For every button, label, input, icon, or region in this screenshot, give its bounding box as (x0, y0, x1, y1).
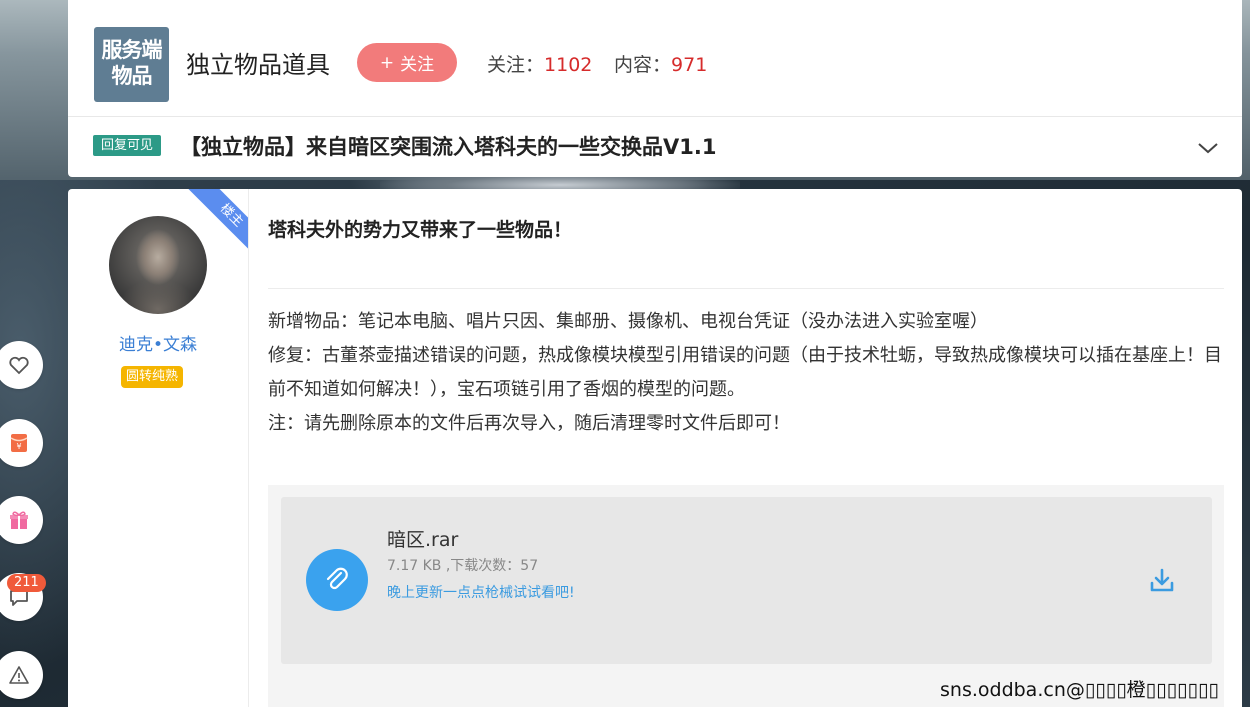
heart-icon (9, 356, 29, 375)
author-panel: 楼主 迪克•文森 圆转纯熟 (68, 189, 249, 707)
content-divider (268, 288, 1224, 289)
attachment-section: 暗区.rar 7.17 KB ,下载次数：57 晚上更新一点点枪械试试看吧! (268, 485, 1224, 707)
header-divider (68, 116, 1242, 117)
follow-stat-label: 关注： (487, 54, 545, 76)
forum-logo[interactable]: 服务端 物品 (94, 27, 169, 102)
post-line: 新增物品：笔记本电脑、唱片只因、集邮册、摄像机、电视台凭证（没办法进入实验室喔） (268, 311, 988, 332)
watermark: sns.oddba.cn@▯▯▯▯橙▯▯▯▯▯▯▯ (940, 679, 1219, 701)
thread-title: 【独立物品】来自暗区突围流入塔科夫的一些交换品V1.1 (180, 135, 717, 159)
forum-logo-line2: 物品 (111, 64, 153, 88)
content-stat-label: 内容： (614, 54, 672, 76)
forum-header: 服务端 物品 独立物品道具 + 关注 关注：1102 内容：971 回复可见 【… (68, 0, 1242, 177)
post-card: 楼主 迪克•文森 圆转纯熟 塔科夫外的势力又带来了一些物品！ 新增物品：笔记本电… (68, 189, 1242, 707)
reward-button[interactable]: ¥ (0, 419, 43, 467)
attachment-meta: 7.17 KB ,下载次数：57 (387, 558, 539, 574)
avatar[interactable] (109, 216, 207, 314)
report-button[interactable] (0, 651, 43, 699)
post-line: 修复：古董茶壶描述错误的问题，热成像模块模型引用错误的问题（由于技术牡蛎，导致热… (268, 345, 1222, 400)
follow-button[interactable]: + 关注 (357, 43, 457, 82)
svg-text:¥: ¥ (16, 442, 21, 451)
like-button[interactable] (0, 341, 43, 389)
comment-count-badge: 211 (7, 574, 46, 592)
attachment-file-name[interactable]: 暗区.rar (387, 525, 458, 552)
content-stat-value: 971 (671, 54, 708, 76)
attachment-card: 暗区.rar 7.17 KB ,下载次数：57 晚上更新一点点枪械试试看吧! (281, 497, 1212, 664)
plus-icon: + (379, 52, 395, 73)
content-stat: 内容：971 (614, 50, 707, 77)
post-line: 注：请先删除原本的文件后再次导入，随后清理零时文件后即可！ (268, 413, 790, 434)
follow-stat-value: 1102 (544, 54, 593, 76)
warning-icon (9, 666, 29, 684)
gift-icon (10, 511, 28, 529)
paperclip-icon (326, 567, 348, 590)
follow-stat: 关注：1102 (487, 50, 592, 77)
red-envelope-icon: ¥ (10, 434, 28, 452)
post-headline: 塔科夫外的势力又带来了一些物品！ (268, 219, 573, 241)
gift-button[interactable] (0, 496, 43, 544)
follow-button-label: 关注 (400, 55, 435, 75)
forum-title[interactable]: 独立物品道具 (186, 45, 330, 80)
attachment-note: 晚上更新一点点枪械试试看吧! (387, 585, 575, 601)
post-body: 新增物品：笔记本电脑、唱片只因、集邮册、摄像机、电视台凭证（没办法进入实验室喔）… (268, 305, 1224, 441)
attachment-icon (306, 549, 368, 611)
reply-visible-badge: 回复可见 (93, 135, 162, 156)
forum-logo-line1: 服务端 (101, 38, 163, 62)
download-icon[interactable] (1148, 567, 1176, 595)
author-level-badge: 圆转纯熟 (121, 366, 184, 388)
chevron-down-icon[interactable] (1197, 140, 1219, 156)
author-name[interactable]: 迪克•文森 (68, 330, 248, 355)
